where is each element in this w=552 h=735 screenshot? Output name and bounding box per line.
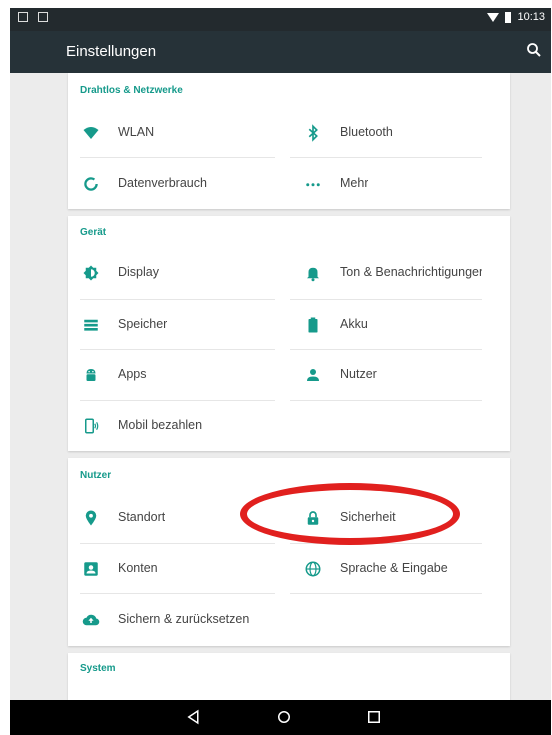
data-usage-icon [84, 177, 98, 191]
more-icon [306, 183, 320, 187]
mobile-pay-icon [85, 418, 99, 434]
section-device: Gerät Display Ton & Benachrichtigungen S… [68, 216, 510, 451]
android-icon [86, 369, 96, 381]
setting-label: Ton & Benachrichtigungen [340, 265, 482, 279]
setting-label: Mobil bezahlen [118, 418, 203, 432]
setting-storage[interactable]: Speicher [68, 300, 275, 350]
wifi-signal-icon [487, 12, 500, 22]
divider [80, 157, 275, 158]
setting-label: Apps [118, 367, 147, 381]
section-system: System [68, 653, 510, 700]
setting-language-input[interactable]: Sprache & Eingabe [290, 544, 505, 594]
notification-icon [18, 12, 28, 22]
wifi-icon [83, 127, 99, 139]
setting-apps[interactable]: Apps [68, 350, 275, 400]
setting-sound-notifications[interactable]: Ton & Benachrichtigungen [290, 248, 482, 298]
divider [80, 593, 275, 594]
setting-backup-reset[interactable]: Sichern & zurücksetzen [68, 595, 368, 645]
storage-icon [84, 319, 98, 331]
battery-icon [308, 317, 318, 333]
divider [290, 400, 482, 401]
setting-label: Display [118, 265, 159, 279]
setting-mobile-pay[interactable]: Mobil bezahlen [68, 401, 275, 451]
section-title: Nutzer [80, 470, 112, 481]
setting-label: Konten [118, 561, 158, 575]
setting-label: Sprache & Eingabe [340, 561, 448, 575]
setting-accounts[interactable]: Konten [68, 544, 275, 594]
setting-label: Datenverbrauch [118, 176, 207, 190]
bluetooth-icon [308, 124, 318, 142]
home-icon[interactable] [275, 708, 293, 726]
section-personal: Nutzer Standort Sicherheit Konten Sprach… [68, 458, 510, 646]
bell-icon [307, 267, 319, 282]
globe-icon [305, 561, 321, 577]
back-icon[interactable] [185, 708, 203, 726]
setting-more[interactable]: Mehr [290, 159, 505, 209]
setting-data-usage[interactable]: Datenverbrauch [68, 159, 275, 209]
setting-wlan[interactable]: WLAN [68, 108, 275, 158]
tablet-screen: 10:13 Einstellungen Drahtlos & Netzwerke… [0, 0, 552, 735]
section-title: System [80, 663, 116, 674]
divider [290, 593, 482, 594]
setting-bluetooth[interactable]: Bluetooth [290, 108, 505, 158]
divider [290, 157, 482, 158]
section-title: Drahtlos & Netzwerke [80, 85, 183, 96]
page-title: Einstellungen [66, 43, 157, 60]
display-icon [83, 265, 99, 281]
setting-label: Speicher [118, 317, 168, 331]
user-icon [307, 369, 319, 381]
setting-label: Akku [340, 317, 368, 331]
status-bar: 10:13 [10, 8, 551, 31]
setting-label: Standort [118, 510, 166, 524]
section-wireless: Drahtlos & Netzwerke WLAN Bluetooth Date… [68, 73, 510, 209]
battery-status-icon [505, 11, 512, 23]
image-notification-icon [38, 12, 48, 22]
section-title: Gerät [80, 227, 107, 238]
highlight-ellipse [240, 483, 460, 545]
setting-label: Sichern & zurücksetzen [118, 612, 250, 626]
recents-icon[interactable] [365, 708, 383, 726]
settings-list[interactable]: Drahtlos & Netzwerke WLAN Bluetooth Date… [10, 73, 551, 700]
setting-battery[interactable]: Akku [290, 300, 505, 350]
setting-label: Bluetooth [340, 125, 393, 139]
setting-label: WLAN [118, 125, 155, 139]
setting-label: Nutzer [340, 367, 377, 381]
setting-label: Mehr [340, 176, 369, 190]
search-icon[interactable] [525, 41, 543, 59]
clock: 10:13 [517, 11, 545, 23]
app-bar: Einstellungen [10, 31, 551, 73]
cloud-upload-icon [82, 614, 100, 626]
setting-users[interactable]: Nutzer [290, 350, 505, 400]
location-icon [85, 510, 97, 526]
account-icon [84, 562, 98, 576]
setting-display[interactable]: Display [68, 248, 275, 298]
navigation-bar [10, 700, 551, 735]
